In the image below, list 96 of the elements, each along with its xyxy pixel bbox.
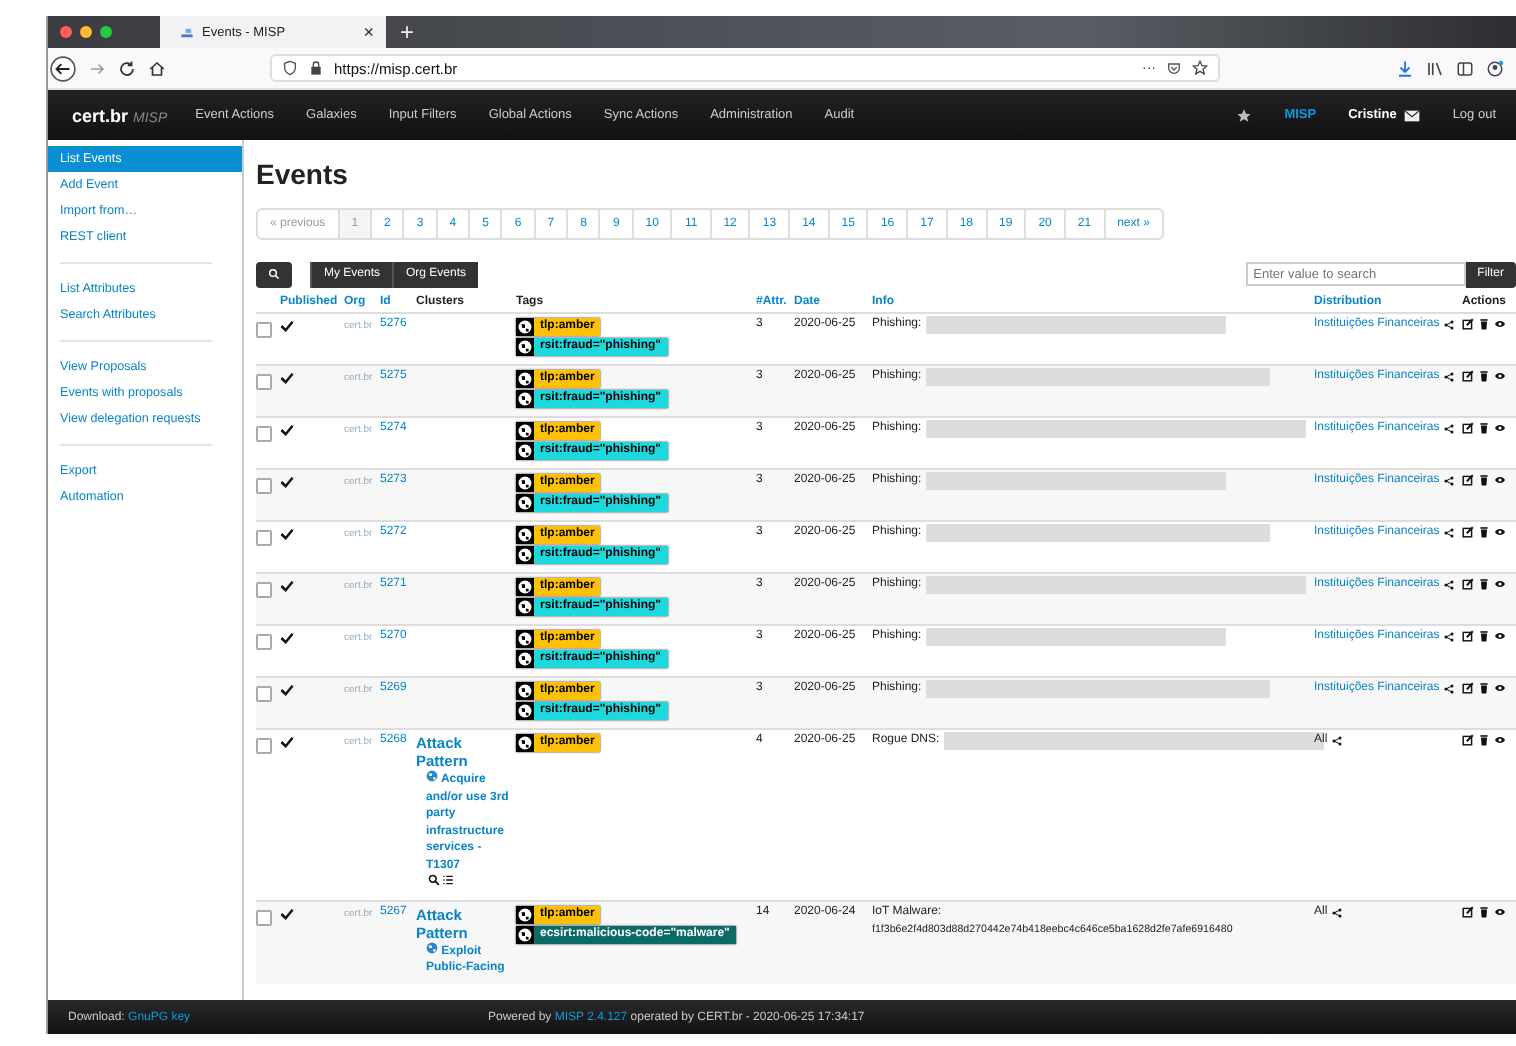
globe-icon <box>516 905 534 923</box>
pocket-icon[interactable] <box>1166 60 1182 76</box>
view-icon[interactable] <box>1494 318 1506 330</box>
share-icon <box>1443 372 1454 382</box>
library-icon[interactable] <box>1426 59 1444 77</box>
share-icon <box>1443 528 1454 538</box>
delete-icon[interactable] <box>1478 734 1490 746</box>
page-title: Events <box>256 158 350 190</box>
globe-icon <box>516 734 534 752</box>
row-checkbox[interactable] <box>256 426 272 442</box>
edit-icon[interactable] <box>1462 422 1474 434</box>
envelope-icon[interactable] <box>1404 109 1421 121</box>
globe-icon <box>516 422 534 440</box>
globe-icon <box>516 338 534 356</box>
row-checkbox[interactable] <box>256 909 272 925</box>
star-icon[interactable] <box>1236 107 1253 123</box>
delete-icon[interactable] <box>1478 526 1490 538</box>
search-icon <box>268 266 280 282</box>
row-checkbox[interactable] <box>256 738 272 754</box>
zoom-window-icon[interactable] <box>100 26 112 38</box>
shield-icon <box>282 60 298 76</box>
globe-icon <box>516 474 534 492</box>
view-icon[interactable] <box>1494 526 1506 538</box>
edit-icon[interactable] <box>1462 578 1474 590</box>
row-checkbox[interactable] <box>256 322 272 338</box>
delete-icon[interactable] <box>1478 318 1490 330</box>
globe-icon <box>516 526 534 544</box>
list-icon[interactable] <box>442 874 454 886</box>
globe-icon <box>426 770 438 782</box>
globe-icon <box>516 546 534 564</box>
sidebar-icon[interactable] <box>1456 59 1474 77</box>
row-checkbox[interactable] <box>256 530 272 546</box>
globe-icon <box>516 702 534 720</box>
share-icon <box>1443 424 1454 434</box>
globe-icon <box>516 598 534 616</box>
share-icon <box>1331 736 1342 746</box>
globe-icon <box>516 370 534 388</box>
globe-icon <box>426 941 438 953</box>
edit-icon[interactable] <box>1462 630 1474 642</box>
close-window-icon[interactable] <box>60 26 72 38</box>
share-icon <box>1443 632 1454 642</box>
search-button[interactable] <box>256 261 292 287</box>
forward-icon[interactable] <box>88 59 106 77</box>
view-icon[interactable] <box>1494 905 1506 917</box>
row-checkbox[interactable] <box>256 686 272 702</box>
home-icon[interactable] <box>148 59 166 77</box>
download-icon[interactable] <box>1396 59 1414 77</box>
view-icon[interactable] <box>1494 578 1506 590</box>
share-icon <box>1443 684 1454 694</box>
share-icon <box>1331 907 1342 917</box>
globe-icon <box>516 390 534 408</box>
share-icon <box>1443 476 1454 486</box>
globe-icon <box>516 630 534 648</box>
delete-icon[interactable] <box>1478 682 1490 694</box>
globe-icon <box>516 494 534 512</box>
share-icon <box>1443 320 1454 330</box>
search-icon[interactable] <box>428 874 440 886</box>
globe-icon <box>516 650 534 668</box>
delete-icon[interactable] <box>1478 370 1490 382</box>
account-icon[interactable] <box>1486 59 1504 77</box>
view-icon[interactable] <box>1494 422 1506 434</box>
view-icon[interactable] <box>1494 734 1506 746</box>
minimize-window-icon[interactable] <box>80 26 92 38</box>
lock-icon <box>308 60 324 76</box>
delete-icon[interactable] <box>1478 474 1490 486</box>
edit-icon[interactable] <box>1462 905 1474 917</box>
globe-icon <box>516 925 534 943</box>
delete-icon[interactable] <box>1478 630 1490 642</box>
view-icon[interactable] <box>1494 682 1506 694</box>
edit-icon[interactable] <box>1462 370 1474 382</box>
row-checkbox[interactable] <box>256 582 272 598</box>
globe-icon <box>516 442 534 460</box>
back-icon[interactable] <box>50 55 76 81</box>
new-tab-button[interactable]: + <box>400 16 415 48</box>
delete-icon[interactable] <box>1478 578 1490 590</box>
edit-icon[interactable] <box>1462 734 1474 746</box>
row-checkbox[interactable] <box>256 478 272 494</box>
edit-icon[interactable] <box>1462 682 1474 694</box>
globe-icon <box>516 578 534 596</box>
row-checkbox[interactable] <box>256 374 272 390</box>
edit-icon[interactable] <box>1462 474 1474 486</box>
globe-icon <box>516 682 534 700</box>
reload-icon[interactable] <box>118 59 136 77</box>
view-icon[interactable] <box>1494 370 1506 382</box>
favicon-icon <box>180 25 194 39</box>
view-icon[interactable] <box>1494 630 1506 642</box>
share-icon <box>1443 580 1454 590</box>
delete-icon[interactable] <box>1478 422 1490 434</box>
view-icon[interactable] <box>1494 474 1506 486</box>
star-icon[interactable] <box>1192 60 1208 76</box>
row-checkbox[interactable] <box>256 634 272 650</box>
delete-icon[interactable] <box>1478 905 1490 917</box>
tab-close-button[interactable]: × <box>363 22 374 42</box>
edit-icon[interactable] <box>1462 318 1474 330</box>
edit-icon[interactable] <box>1462 526 1474 538</box>
globe-icon <box>516 318 534 336</box>
